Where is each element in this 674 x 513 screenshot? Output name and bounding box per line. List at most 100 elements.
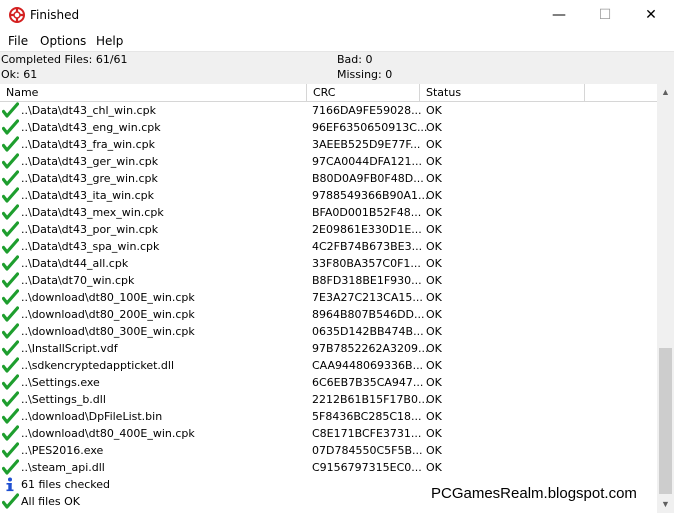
scroll-down-arrow-icon[interactable]: ▼ <box>657 496 674 513</box>
column-header-status[interactable]: Status <box>420 84 585 101</box>
file-name: ..\Data\dt43_chl_win.cpk <box>21 104 156 117</box>
file-name: 61 files checked <box>21 478 111 491</box>
file-name: ..\Data\dt43_ger_win.cpk <box>21 155 159 168</box>
scrollbar-thumb[interactable] <box>659 348 672 494</box>
vertical-scrollbar[interactable]: ▲ ▼ <box>657 84 674 513</box>
file-status: OK <box>426 172 442 185</box>
checkmark-icon <box>1 187 20 204</box>
title-bar: Finished — ☐ ✕ <box>0 0 674 31</box>
list-item[interactable]: ..\download\dt80_300E_win.cpk 0635D142BB4… <box>0 323 657 340</box>
file-crc: 9788549366B90A1... <box>312 189 429 202</box>
list-item[interactable]: ..\Data\dt43_gre_win.cpk B80D0A9FB0F48D..… <box>0 170 657 187</box>
list-item[interactable]: ..\steam_api.dll C9156797315EC0... OK <box>0 459 657 476</box>
file-status: OK <box>426 274 442 287</box>
list-item[interactable]: ..\Settings.exe 6C6EB7B35CA947... OK <box>0 374 657 391</box>
results-list[interactable]: Name CRC Status ..\Data\dt43_chl_win.cpk… <box>0 84 657 513</box>
checkmark-icon <box>1 204 20 221</box>
checkmark-icon <box>1 425 20 442</box>
bad-count-label: Bad: 0 <box>337 53 373 66</box>
scroll-up-arrow-icon[interactable]: ▲ <box>657 84 674 101</box>
list-item[interactable]: ..\Data\dt70_win.cpk B8FD318BE1F930... OK <box>0 272 657 289</box>
file-crc: 3AEEB525D9E77F... <box>312 138 421 151</box>
list-item[interactable]: ..\Data\dt43_chl_win.cpk 7166DA9FE59028..… <box>0 102 657 119</box>
file-crc: 6C6EB7B35CA947... <box>312 376 424 389</box>
file-name: ..\PES2016.exe <box>21 444 104 457</box>
file-status: OK <box>426 206 442 219</box>
file-status: OK <box>426 342 442 355</box>
file-status: OK <box>426 461 442 474</box>
list-item[interactable]: ..\Data\dt43_eng_win.cpk 96EF6350650913C.… <box>0 119 657 136</box>
file-name: ..\InstallScript.vdf <box>21 342 118 355</box>
list-rows: ..\Data\dt43_chl_win.cpk 7166DA9FE59028..… <box>0 102 657 510</box>
file-name: ..\Data\dt43_mex_win.cpk <box>21 206 164 219</box>
column-header-name[interactable]: Name <box>0 84 307 101</box>
menu-help[interactable]: Help <box>96 34 123 48</box>
file-crc: BFA0D001B52F48... <box>312 206 422 219</box>
list-item[interactable]: ..\download\dt80_200E_win.cpk 8964B807B54… <box>0 306 657 323</box>
list-item[interactable]: ..\Data\dt43_spa_win.cpk 4C2FB74B673BE3..… <box>0 238 657 255</box>
file-crc: C8E171BCFE3731... <box>312 427 422 440</box>
list-item[interactable]: ..\download\dt80_100E_win.cpk 7E3A27C213C… <box>0 289 657 306</box>
checkmark-icon <box>1 442 20 459</box>
checkmark-icon <box>1 306 20 323</box>
column-header-crc[interactable]: CRC <box>307 84 420 101</box>
list-item[interactable]: ..\Data\dt43_ger_win.cpk 97CA0044DFA121..… <box>0 153 657 170</box>
info-icon <box>2 476 19 493</box>
file-name: ..\Data\dt70_win.cpk <box>21 274 135 287</box>
list-item[interactable]: ..\Data\dt43_fra_win.cpk 3AEEB525D9E77F..… <box>0 136 657 153</box>
file-status: OK <box>426 104 442 117</box>
checkmark-icon <box>1 357 20 374</box>
file-crc: 0635D142BB474B... <box>312 325 424 338</box>
list-item[interactable]: ..\InstallScript.vdf 97B7852262A3209... OK <box>0 340 657 357</box>
file-crc: CAA9448069336B... <box>312 359 424 372</box>
menu-bar: File Options Help <box>0 31 674 52</box>
file-status: OK <box>426 393 442 406</box>
file-crc: 7166DA9FE59028... <box>312 104 422 117</box>
list-item[interactable]: ..\download\DpFileList.bin 5F8436BC285C18… <box>0 408 657 425</box>
list-item[interactable]: ..\Data\dt43_ita_win.cpk 9788549366B90A1.… <box>0 187 657 204</box>
file-crc: 96EF6350650913C... <box>312 121 428 134</box>
file-name: ..\download\dt80_200E_win.cpk <box>21 308 195 321</box>
file-name: ..\download\DpFileList.bin <box>21 410 163 423</box>
minimize-button[interactable]: — <box>536 0 582 30</box>
file-crc: 33F80BA357C0F1... <box>312 257 421 270</box>
checkmark-icon <box>1 459 20 476</box>
lifebuoy-app-icon <box>9 7 25 23</box>
watermark-text: PCGamesRealm.blogspot.com <box>431 485 637 502</box>
list-item[interactable]: ..\download\dt80_400E_win.cpk C8E171BCFE3… <box>0 425 657 442</box>
missing-count-label: Missing: 0 <box>337 68 393 81</box>
file-status: OK <box>426 223 442 236</box>
checkmark-icon <box>1 374 20 391</box>
file-name: ..\download\dt80_100E_win.cpk <box>21 291 195 304</box>
list-item[interactable]: ..\Data\dt43_mex_win.cpk BFA0D001B52F48..… <box>0 204 657 221</box>
checkmark-icon <box>1 340 20 357</box>
file-crc: 2E09861E330D1E... <box>312 223 422 236</box>
file-name: ..\Data\dt44_all.cpk <box>21 257 129 270</box>
file-name: ..\Data\dt43_gre_win.cpk <box>21 172 158 185</box>
maximize-button[interactable]: ☐ <box>582 0 628 30</box>
list-item[interactable]: ..\Data\dt44_all.cpk 33F80BA357C0F1... OK <box>0 255 657 272</box>
file-status: OK <box>426 240 442 253</box>
list-item[interactable]: ..\Data\dt43_por_win.cpk 2E09861E330D1E..… <box>0 221 657 238</box>
file-status: OK <box>426 291 442 304</box>
file-status: OK <box>426 257 442 270</box>
file-crc: B8FD318BE1F930... <box>312 274 422 287</box>
list-item[interactable]: ..\sdkencryptedappticket.dll CAA944806933… <box>0 357 657 374</box>
window-title: Finished <box>30 8 80 22</box>
file-crc: B80D0A9FB0F48D... <box>312 172 424 185</box>
completed-files-label: Completed Files: 61/61 <box>1 53 128 66</box>
close-button[interactable]: ✕ <box>628 0 674 30</box>
file-crc: C9156797315EC0... <box>312 461 422 474</box>
file-crc: 5F8436BC285C18... <box>312 410 422 423</box>
checkmark-icon <box>1 221 20 238</box>
checkmark-icon <box>1 170 20 187</box>
list-item[interactable]: ..\PES2016.exe 07D784550C5F5B... OK <box>0 442 657 459</box>
menu-file[interactable]: File <box>8 34 28 48</box>
list-item[interactable]: ..\Settings_b.dll 2212B61B15F17B0... OK <box>0 391 657 408</box>
file-status: OK <box>426 308 442 321</box>
checkmark-icon <box>1 238 20 255</box>
file-status: OK <box>426 359 442 372</box>
file-name: ..\Data\dt43_spa_win.cpk <box>21 240 160 253</box>
menu-options[interactable]: Options <box>40 34 86 48</box>
file-status: OK <box>426 444 442 457</box>
